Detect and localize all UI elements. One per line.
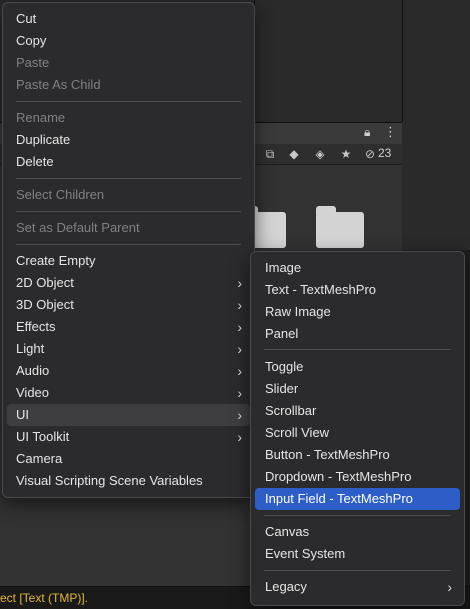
menu-item-delete[interactable]: Delete (7, 151, 250, 173)
menu-item-3d-object[interactable]: 3D Object › (7, 294, 250, 316)
favorite-icon[interactable]: ★ (338, 146, 354, 162)
submenu-item-panel[interactable]: Panel (255, 323, 460, 345)
submenu-item-image[interactable]: Image (255, 257, 460, 279)
menu-separator (16, 178, 241, 179)
chevron-right-icon: › (447, 579, 452, 595)
hierarchy-context-menu: Cut Copy Paste Paste As Child Rename Dup… (2, 2, 255, 498)
scene-icon[interactable]: ⧉ (262, 146, 278, 162)
menu-item-label: Light (16, 341, 45, 356)
menu-item-label: Copy (16, 33, 47, 48)
menu-item-label: Button - TextMeshPro (265, 447, 390, 462)
console-message[interactable]: ect [Text (TMP)]. (0, 591, 88, 605)
menu-item-label: Canvas (265, 524, 310, 539)
submenu-item-scroll-view[interactable]: Scroll View (255, 422, 460, 444)
menu-item-label: Toggle (265, 359, 304, 374)
menu-item-paste-as-child: Paste As Child (7, 74, 250, 96)
menu-item-label: Paste (16, 55, 50, 70)
menu-item-label: UI (16, 407, 29, 422)
menu-item-label: Select Children (16, 187, 105, 202)
menu-item-label: Panel (265, 326, 299, 341)
menu-item-audio[interactable]: Audio › (7, 360, 250, 382)
menu-item-label: Legacy (265, 579, 307, 594)
menu-item-label: Duplicate (16, 132, 71, 147)
submenu-item-button-textmeshpro[interactable]: Button - TextMeshPro (255, 444, 460, 466)
folder-icon[interactable] (316, 206, 364, 248)
menu-item-label: Paste As Child (16, 77, 101, 92)
menu-item-label: Text - TextMeshPro (265, 282, 377, 297)
menu-item-label: UI Toolkit (16, 429, 70, 444)
chevron-right-icon: › (237, 275, 242, 291)
chevron-right-icon: › (237, 407, 242, 423)
menu-item-label: Camera (16, 451, 63, 466)
menu-item-ui-toolkit[interactable]: UI Toolkit › (7, 426, 250, 448)
menu-item-create-empty[interactable]: Create Empty (7, 250, 250, 272)
menu-separator (16, 244, 241, 245)
lock-icon[interactable]: 🔒︎ (364, 125, 370, 140)
menu-item-label: Dropdown - TextMeshPro (265, 469, 412, 484)
menu-item-ui[interactable]: UI › (7, 404, 250, 426)
menu-item-visual-scripting-scene-variables[interactable]: Visual Scripting Scene Variables (7, 470, 250, 492)
more-options-icon[interactable]: ⋮ (384, 124, 397, 140)
menu-item-rename: Rename (7, 107, 250, 129)
panel-divider (402, 0, 403, 122)
menu-item-light[interactable]: Light › (7, 338, 250, 360)
menu-item-label: 3D Object (16, 297, 74, 312)
menu-separator (16, 211, 241, 212)
menu-item-label: Scroll View (265, 425, 330, 440)
menu-item-label: Input Field - TextMeshPro (265, 491, 413, 506)
submenu-item-legacy[interactable]: Legacy › (255, 576, 460, 598)
chevron-right-icon: › (237, 429, 242, 445)
menu-item-video[interactable]: Video › (7, 382, 250, 404)
submenu-item-scrollbar[interactable]: Scrollbar (255, 400, 460, 422)
menu-item-label: Video (16, 385, 50, 400)
menu-item-label: Event System (265, 546, 346, 561)
submenu-item-raw-image[interactable]: Raw Image (255, 301, 460, 323)
submenu-item-dropdown-textmeshpro[interactable]: Dropdown - TextMeshPro (255, 466, 460, 488)
chevron-right-icon: › (237, 319, 242, 335)
chevron-right-icon: › (237, 363, 242, 379)
submenu-item-text-textmeshpro[interactable]: Text - TextMeshPro (255, 279, 460, 301)
menu-item-label: Create Empty (16, 253, 96, 268)
menu-item-label: Effects (16, 319, 56, 334)
menu-item-set-default-parent: Set as Default Parent (7, 217, 250, 239)
submenu-item-event-system[interactable]: Event System (255, 543, 460, 565)
submenu-item-input-field-textmeshpro[interactable]: Input Field - TextMeshPro (255, 488, 460, 510)
menu-item-camera[interactable]: Camera (7, 448, 250, 470)
tag-icon[interactable]: ◈ (312, 146, 328, 162)
chevron-right-icon: › (237, 385, 242, 401)
menu-item-label: Rename (16, 110, 66, 125)
submenu-item-slider[interactable]: Slider (255, 378, 460, 400)
menu-item-label: Delete (16, 154, 54, 169)
menu-separator (264, 349, 451, 350)
menu-item-label: 2D Object (16, 275, 74, 290)
menu-item-copy[interactable]: Copy (7, 30, 250, 52)
menu-item-label: Visual Scripting Scene Variables (16, 473, 203, 488)
submenu-item-canvas[interactable]: Canvas (255, 521, 460, 543)
menu-item-select-children: Select Children (7, 184, 250, 206)
visibility-icon[interactable]: ⊘ (362, 146, 378, 162)
menu-separator (264, 515, 451, 516)
menu-item-cut[interactable]: Cut (7, 8, 250, 30)
chevron-right-icon: › (237, 341, 242, 357)
menu-item-label: Raw Image (265, 304, 331, 319)
menu-item-label: Set as Default Parent (16, 220, 140, 235)
menu-item-paste: Paste (7, 52, 250, 74)
menu-item-label: Scrollbar (265, 403, 317, 418)
menu-separator (264, 570, 451, 571)
menu-item-label: Cut (16, 11, 37, 26)
ui-submenu: Image Text - TextMeshPro Raw Image Panel… (250, 251, 465, 606)
submenu-item-toggle[interactable]: Toggle (255, 356, 460, 378)
menu-item-duplicate[interactable]: Duplicate (7, 129, 250, 151)
menu-item-effects[interactable]: Effects › (7, 316, 250, 338)
menu-item-label: Audio (16, 363, 50, 378)
chevron-right-icon: › (237, 297, 242, 313)
menu-separator (16, 101, 241, 102)
hidden-count: 23 (378, 146, 392, 160)
menu-item-label: Image (265, 260, 302, 275)
menu-item-label: Slider (265, 381, 299, 396)
menu-item-2d-object[interactable]: 2D Object › (7, 272, 250, 294)
filter-icon[interactable]: ◆ (286, 146, 302, 162)
